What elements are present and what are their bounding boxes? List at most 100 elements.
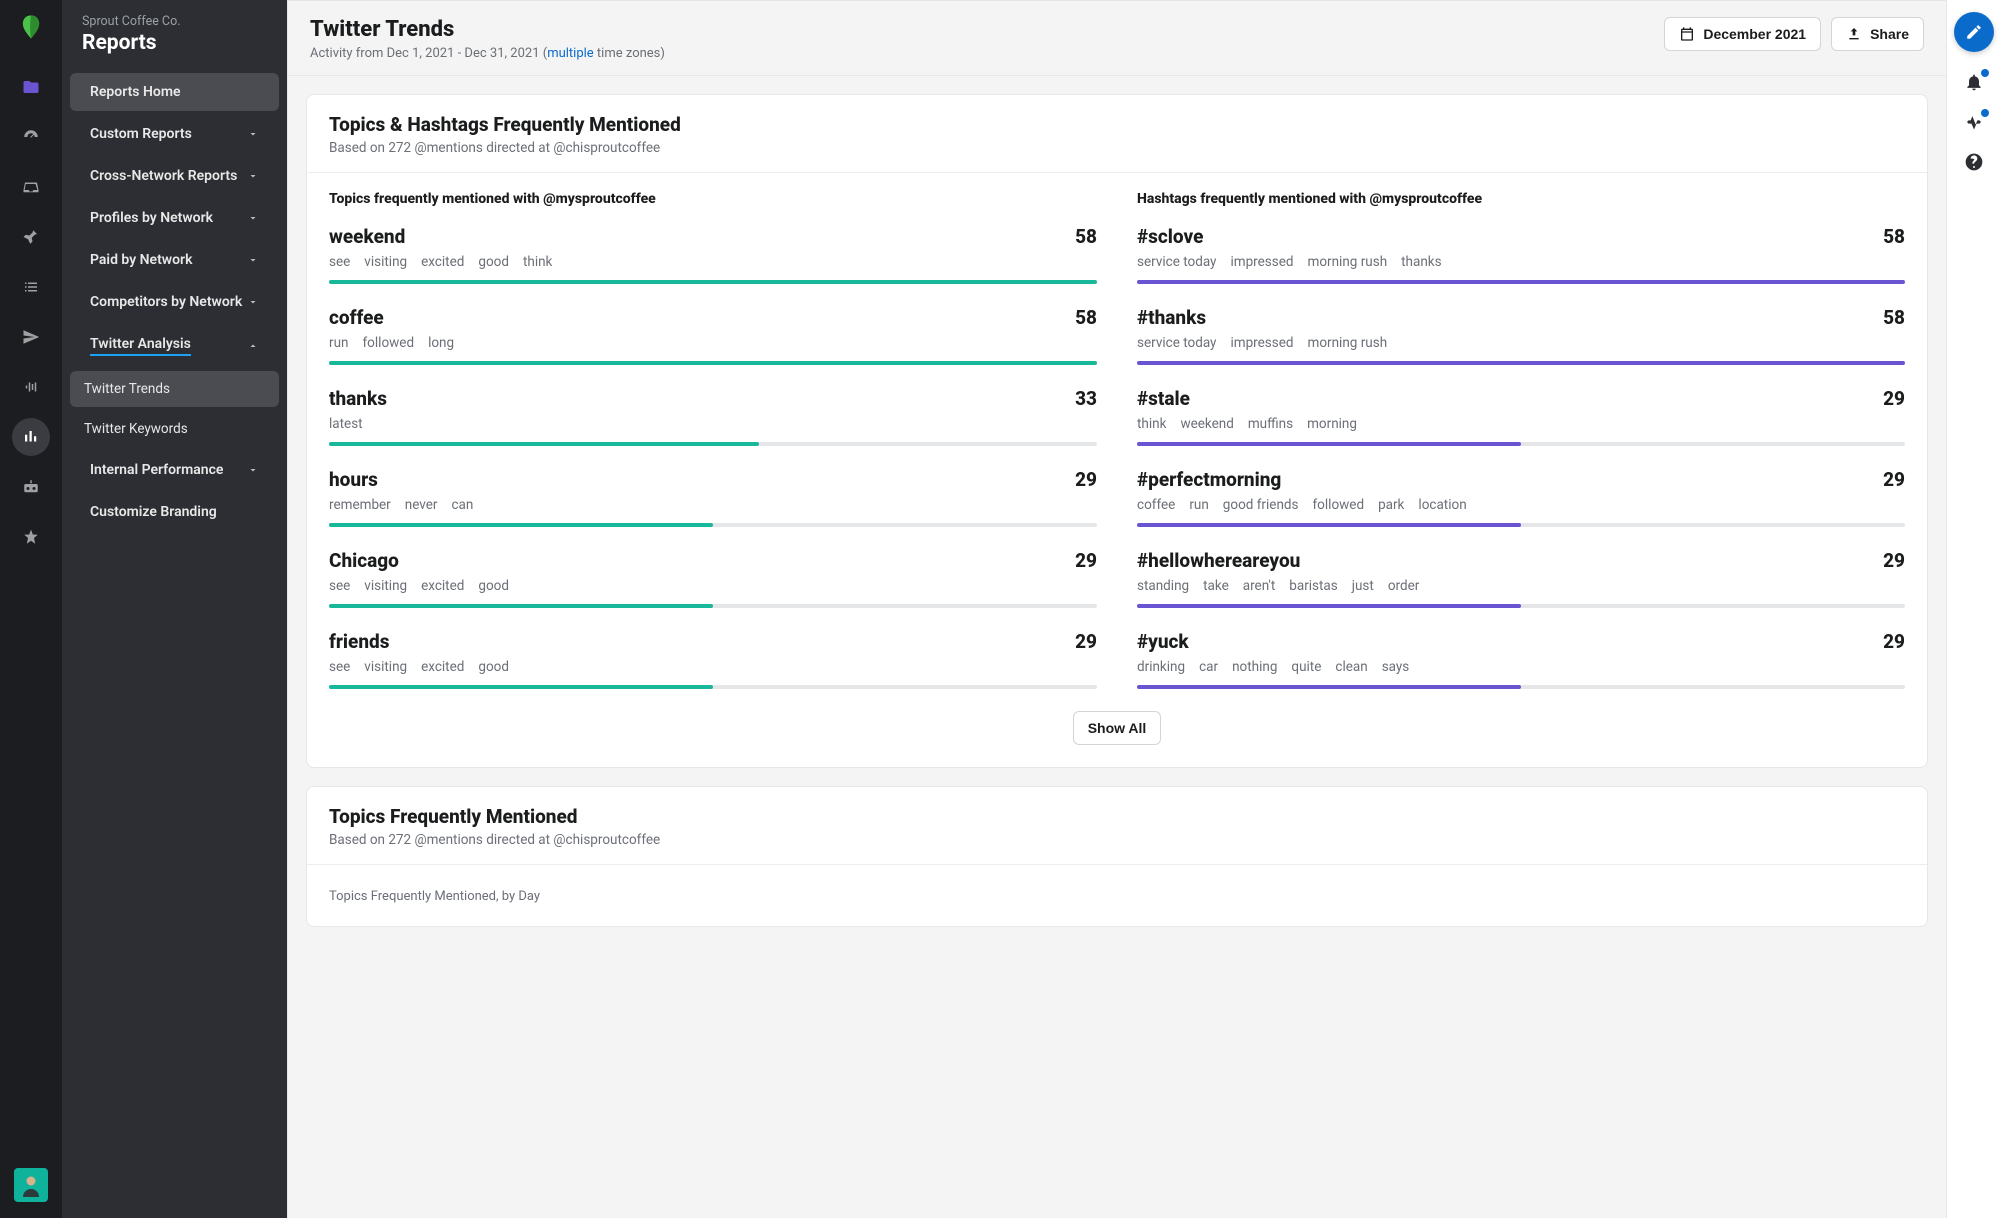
compose-button[interactable]	[1954, 12, 1994, 52]
trend-bar	[1137, 280, 1905, 284]
trend-name: #sclove	[1137, 225, 1203, 248]
trend-value: 29	[1075, 468, 1097, 491]
nav-paid[interactable]: Paid by Network	[70, 241, 279, 279]
chevron-down-icon	[247, 170, 259, 182]
trend-value: 58	[1075, 225, 1097, 248]
nav-customize-branding[interactable]: Customize Branding	[70, 493, 279, 531]
main-content: Twitter Trends Activity from Dec 1, 2021…	[287, 0, 1946, 1218]
trend-name: thanks	[329, 387, 387, 410]
share-icon	[1846, 26, 1862, 42]
hashtags-col-title: Hashtags frequently mentioned with @mysp…	[1137, 191, 1905, 207]
sidebar-header: Sprout Coffee Co. Reports	[62, 0, 287, 71]
trend-words: seevisitingexcitedgoodthink	[329, 254, 1097, 270]
trend-bar	[329, 685, 1097, 689]
trend-words: service todayimpressedmorning rush	[1137, 335, 1905, 351]
show-all-button[interactable]: Show All	[1073, 711, 1162, 745]
nav-twitter-analysis[interactable]: Twitter Analysis	[70, 325, 279, 367]
trend-words: standingtakearen'tbaristasjustorder	[1137, 578, 1905, 594]
chevron-down-icon	[247, 128, 259, 140]
trend-value: 29	[1075, 549, 1097, 572]
date-range-button[interactable]: December 2021	[1664, 17, 1821, 51]
trend-words: drinkingcarnothingquitecleansays	[1137, 659, 1905, 675]
nav-competitors[interactable]: Competitors by Network	[70, 283, 279, 321]
trend-name: hours	[329, 468, 378, 491]
pin-icon[interactable]	[12, 218, 50, 256]
chevron-up-icon	[247, 340, 259, 352]
star-icon[interactable]	[12, 518, 50, 556]
trend-bar	[329, 361, 1097, 365]
audio-icon[interactable]	[12, 368, 50, 406]
trend-row: coffee58runfollowedlong	[329, 306, 1097, 365]
trend-name: Chicago	[329, 549, 399, 572]
bell-icon[interactable]	[1964, 72, 1984, 92]
trend-bar	[1137, 442, 1905, 446]
trend-row: #hellowhereareyou29standingtakearen'tbar…	[1137, 549, 1905, 608]
activity-icon[interactable]	[1964, 112, 1984, 132]
nav-twitter-trends[interactable]: Twitter Trends	[70, 371, 279, 407]
chevron-down-icon	[247, 464, 259, 476]
trend-value: 58	[1883, 225, 1905, 248]
trend-value: 58	[1075, 306, 1097, 329]
trend-row: Chicago29seevisitingexcitedgood	[329, 549, 1097, 608]
nav-profiles[interactable]: Profiles by Network	[70, 199, 279, 237]
right-rail	[1946, 0, 2000, 1218]
trend-name: #stale	[1137, 387, 1190, 410]
hashtags-column: Hashtags frequently mentioned with @mysp…	[1137, 191, 1905, 711]
org-name: Sprout Coffee Co.	[82, 14, 267, 29]
chevron-down-icon	[247, 212, 259, 224]
chart-title: Topics Frequently Mentioned, by Day	[329, 889, 1905, 904]
trend-bar	[1137, 604, 1905, 608]
trend-bar	[329, 523, 1097, 527]
trend-row: weekend58seevisitingexcitedgoodthink	[329, 225, 1097, 284]
trend-name: #yuck	[1137, 630, 1189, 653]
card-topics-hashtags: Topics & Hashtags Frequently Mentioned B…	[306, 94, 1928, 768]
trend-row: #sclove58service todayimpressedmorning r…	[1137, 225, 1905, 284]
trend-words: runfollowedlong	[329, 335, 1097, 351]
nav-cross-network[interactable]: Cross-Network Reports	[70, 157, 279, 195]
card-subtitle: Based on 272 @mentions directed at @chis…	[329, 832, 1905, 848]
help-icon[interactable]	[1964, 152, 1984, 172]
nav-internal-perf[interactable]: Internal Performance	[70, 451, 279, 489]
trend-bar	[329, 442, 1097, 446]
trend-row: thanks33latest	[329, 387, 1097, 446]
icon-rail	[0, 0, 62, 1218]
bot-icon[interactable]	[12, 468, 50, 506]
trend-name: #thanks	[1137, 306, 1206, 329]
trend-row: friends 29 seevisitingexcitedgood	[329, 630, 1097, 689]
trend-row: #thanks 58 service todayimpressedmorning r…	[1137, 306, 1905, 365]
trend-row: hours29remembernevercan	[329, 468, 1097, 527]
nav-custom-reports[interactable]: Custom Reports	[70, 115, 279, 153]
topbar: Twitter Trends Activity from Dec 1, 2021…	[288, 1, 1946, 76]
trend-value: 58	[1883, 306, 1905, 329]
list-icon[interactable]	[12, 268, 50, 306]
trend-row: #stale29thinkweekendmuffinsmorning	[1137, 387, 1905, 446]
share-button[interactable]: Share	[1831, 17, 1924, 51]
card-subtitle: Based on 272 @mentions directed at @chis…	[329, 140, 1905, 156]
nav-twitter-keywords[interactable]: Twitter Keywords	[70, 411, 279, 447]
folder-icon[interactable]	[12, 68, 50, 106]
trend-value: 29	[1075, 630, 1097, 653]
analytics-icon[interactable]	[12, 418, 50, 456]
card-topics-frequently: Topics Frequently Mentioned Based on 272…	[306, 786, 1928, 927]
sidebar: Sprout Coffee Co. Reports Reports Home C…	[62, 0, 287, 1218]
page-title: Twitter Trends	[310, 17, 665, 42]
trend-name: friends	[329, 630, 390, 653]
trend-bar	[329, 280, 1097, 284]
trend-value: 29	[1883, 468, 1905, 491]
trend-row: #perfectmorning29coffeerungood friendsfo…	[1137, 468, 1905, 527]
dashboard-icon[interactable]	[12, 118, 50, 156]
nav-reports-home[interactable]: Reports Home	[70, 73, 279, 111]
send-icon[interactable]	[12, 318, 50, 356]
inbox-icon[interactable]	[12, 168, 50, 206]
card-title: Topics Frequently Mentioned	[329, 805, 1905, 828]
trend-row: #yuck 29 drinkingcarnothingquitecleansays	[1137, 630, 1905, 689]
trend-words: seevisitingexcitedgood	[329, 659, 1097, 675]
topics-col-title: Topics frequently mentioned with @myspro…	[329, 191, 1097, 207]
calendar-icon	[1679, 26, 1695, 42]
page-subtitle: Activity from Dec 1, 2021 - Dec 31, 2021…	[310, 46, 665, 61]
trend-value: 29	[1883, 630, 1905, 653]
chevron-down-icon	[247, 296, 259, 308]
timezone-link[interactable]: multiple	[547, 46, 594, 61]
app-logo[interactable]	[14, 10, 48, 44]
user-avatar[interactable]	[14, 1168, 48, 1202]
